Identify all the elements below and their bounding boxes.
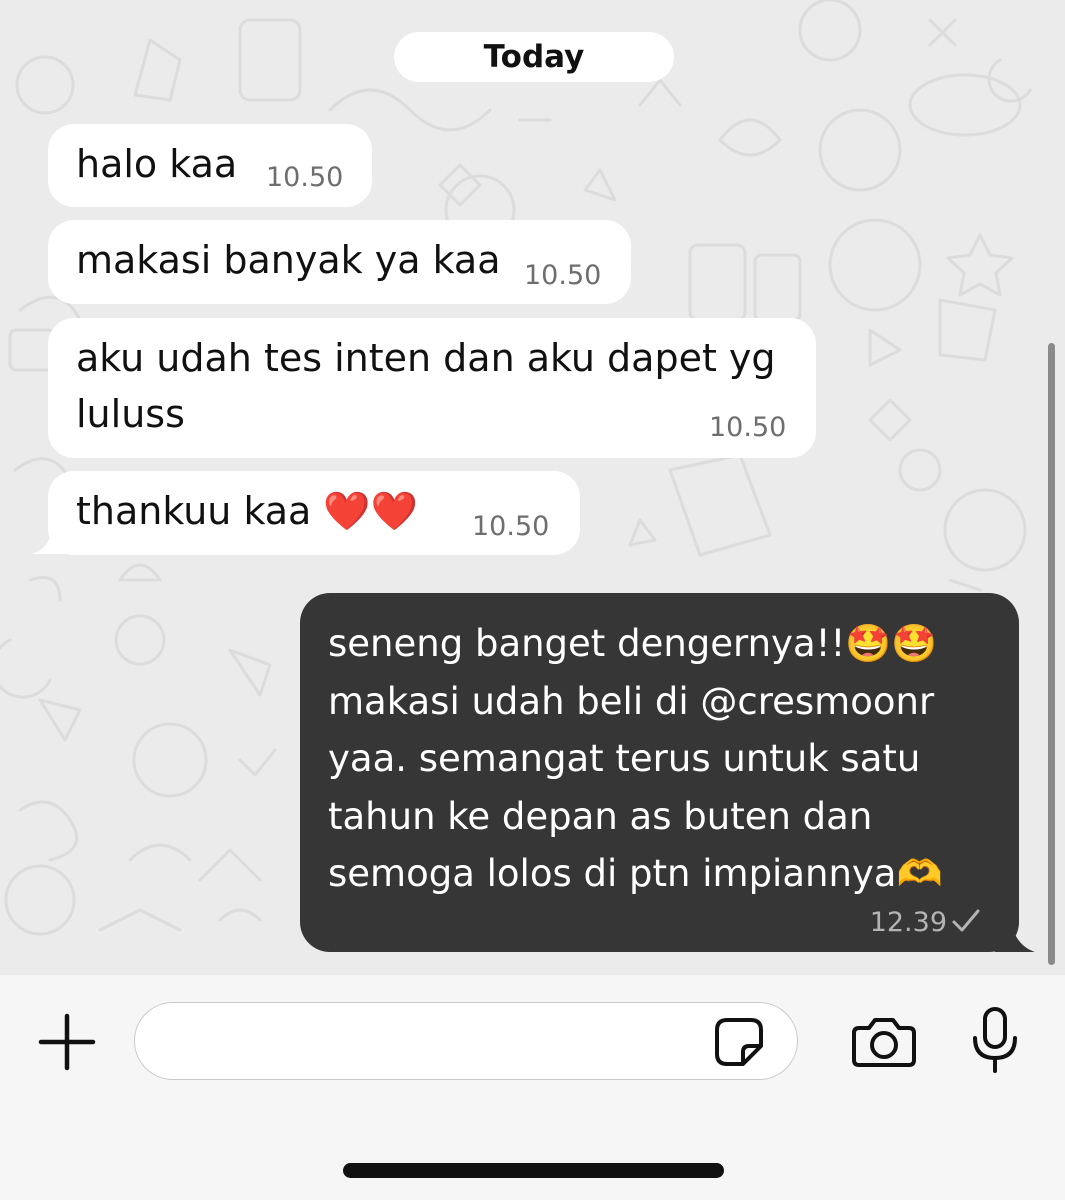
incoming-bubble-tail [32, 520, 66, 554]
incoming-message-bubble[interactable]: thankuu kaa ❤️❤️ 10.50 [48, 471, 580, 555]
date-divider-label: Today [483, 39, 585, 75]
message-timestamp: 10.50 [524, 260, 602, 291]
message-timestamp: 10.50 [472, 511, 550, 542]
message-timestamp: 10.50 [266, 162, 344, 193]
message-text: thankuu kaa ❤️❤️ [76, 489, 419, 533]
message-timestamp: 10.50 [709, 412, 787, 443]
incoming-message-bubble[interactable]: makasi banyak ya kaa 10.50 [48, 220, 631, 304]
date-divider: Today [394, 32, 674, 82]
chat-area[interactable]: Today halo kaa 10.50 makasi banyak ya ka… [0, 0, 1065, 975]
camera-icon[interactable] [851, 1016, 917, 1068]
single-check-icon [952, 909, 980, 932]
incoming-message-bubble[interactable]: aku udah tes inten dan aku dapet yg lulu… [48, 318, 816, 458]
chat-scrollbar[interactable] [1048, 343, 1055, 965]
incoming-message-bubble[interactable]: halo kaa 10.50 [48, 124, 372, 207]
message-text: seneng banget dengernya!!🤩🤩 makasi udah … [328, 622, 943, 895]
message-input[interactable] [134, 1002, 798, 1080]
home-indicator[interactable] [343, 1163, 724, 1178]
message-text: makasi banyak ya kaa [76, 238, 501, 282]
outgoing-message-bubble[interactable]: seneng banget dengernya!!🤩🤩 makasi udah … [300, 593, 1019, 952]
plus-icon[interactable] [38, 1013, 96, 1071]
message-text-line2: luluss [76, 392, 185, 436]
microphone-icon[interactable] [970, 1006, 1020, 1074]
outgoing-bubble-tail [995, 913, 1035, 952]
sticker-icon[interactable] [713, 1016, 765, 1068]
message-text: halo kaa [76, 142, 238, 186]
message-timestamp: 12.39 [869, 907, 947, 938]
message-text: aku udah tes inten dan aku dapet yg [76, 336, 776, 380]
